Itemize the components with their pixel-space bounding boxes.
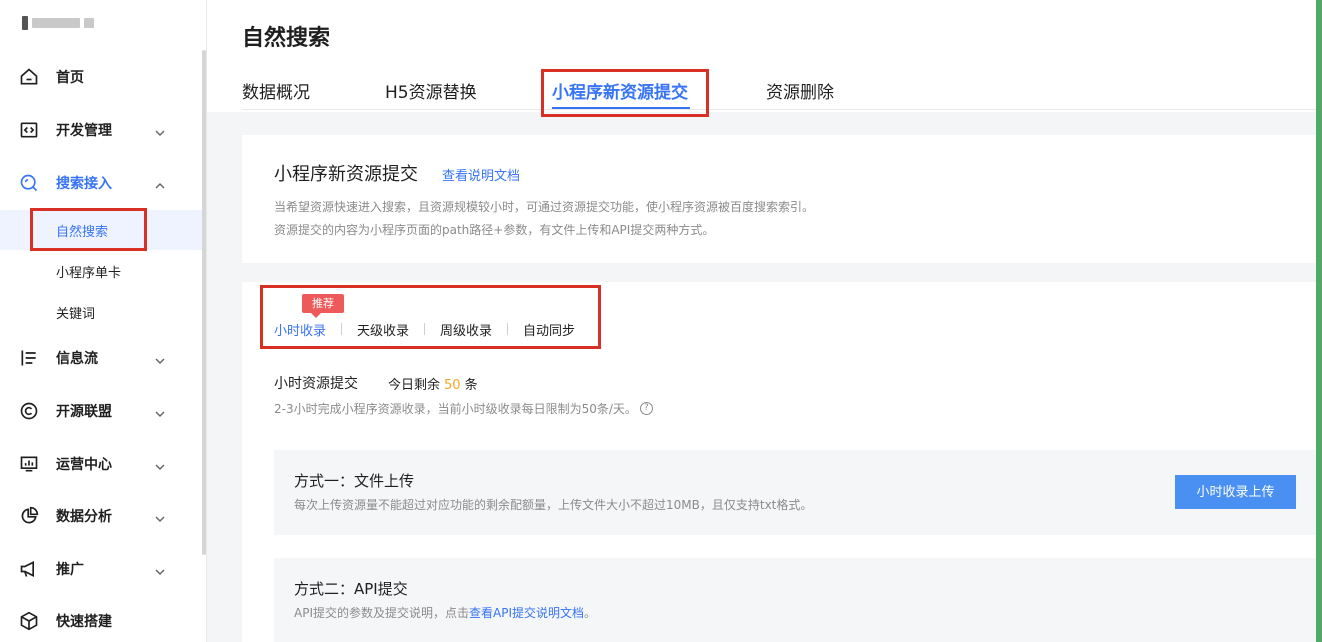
app-name-redacted (32, 18, 80, 28)
megaphone-icon (18, 558, 40, 580)
page-title: 自然搜索 (242, 26, 331, 51)
section-title: 小时资源提交 (274, 376, 358, 392)
chevron-down-icon (154, 458, 166, 471)
main-content: 自然搜索 数据概况 H5资源替换 小程序新资源提交 资源删除 小程序新资源提交 … (207, 0, 1322, 642)
sidebar-item-search-access[interactable]: 搜索接入 (0, 163, 204, 203)
method-file-upload: 方式一：文件上传 每次上传资源量不能超过对应功能的剩余配额量，上传文件大小不超过… (274, 450, 1318, 535)
tab-miniapp-new-resource-submit[interactable]: 小程序新资源提交 (552, 78, 688, 103)
view-doc-link[interactable]: 查看说明文档 (442, 165, 520, 184)
code-icon (18, 119, 40, 141)
section-desc-text: 2-3小时完成小程序资源收录，当前小时级收录每日限制为50条/天。 (274, 402, 637, 416)
sidebar-item-label: 快速搭建 (56, 614, 112, 630)
sidebar-item-home[interactable]: 首页 (0, 57, 204, 97)
sidebar-item-quick-build[interactable]: 快速搭建 (0, 601, 204, 641)
intro-desc-line1: 当希望资源快速进入搜索，且资源规模较小时，可通过资源提交功能，使小程序资源被百度… (274, 200, 815, 214)
quota-number: 50 (444, 378, 461, 393)
pie-chart-icon (18, 505, 40, 527)
cube-icon (18, 610, 40, 632)
window-edge (1316, 0, 1322, 642)
sidebar-subitem-label: 自然搜索 (56, 224, 109, 240)
method2-desc: API提交的参数及提交说明，点击查看API提交说明文档。 (294, 604, 596, 621)
sidebar-item-feed[interactable]: 信息流 (0, 338, 204, 378)
submit-card: 推荐 小时收录 天级收录 周级收录 自动同步 小时资源提交 今日剩余 50 条 2-… (242, 282, 1318, 642)
divider (341, 323, 343, 335)
help-icon[interactable]: ? (639, 402, 653, 415)
app-name-blurred (22, 14, 122, 32)
method-api-submit: 方式二：API提交 API提交的参数及提交说明，点击查看API提交说明文档。 (274, 558, 1318, 642)
subtab-daily[interactable]: 天级收录 (357, 320, 409, 339)
section-desc: 2-3小时完成小程序资源收录，当前小时级收录每日限制为50条/天。 ? (274, 400, 653, 417)
sidebar-item-data-analysis[interactable]: 数据分析 (0, 496, 204, 536)
sidebar-subitem-natural-search[interactable]: 自然搜索 (0, 210, 204, 250)
method2-desc-suffix: 。 (584, 606, 597, 620)
copyright-icon (18, 400, 40, 422)
intro-card: 小程序新资源提交 查看说明文档 当希望资源快速进入搜索，且资源规模较小时，可通过… (242, 135, 1318, 263)
tab-h5-resource-replace[interactable]: H5资源替换 (385, 78, 477, 103)
recommend-badge: 推荐 (302, 294, 344, 318)
sidebar: 首页 开发管理 搜索接入 自然搜索 小程序单卡 关键词 信息流 开源联盟 运营中… (0, 0, 207, 642)
sidebar-item-operations-center[interactable]: 运营中心 (0, 444, 204, 484)
hourly-upload-button[interactable]: 小时收录上传 (1175, 475, 1296, 509)
active-tab-underline (552, 107, 690, 109)
divider (507, 323, 509, 335)
tab-bar: 数据概况 H5资源替换 小程序新资源提交 资源删除 (242, 70, 1318, 110)
tab-resource-delete[interactable]: 资源删除 (766, 78, 834, 103)
sidebar-item-label: 搜索接入 (56, 176, 112, 192)
chevron-down-icon (154, 124, 166, 137)
quota-suffix: 条 (464, 378, 478, 393)
intro-title: 小程序新资源提交 (274, 164, 418, 185)
api-doc-link[interactable]: 查看API提交说明文档 (469, 606, 584, 620)
sidebar-scrollbar[interactable] (202, 50, 206, 555)
sidebar-subitem-label: 关键词 (56, 306, 96, 322)
intro-desc-line2: 资源提交的内容为小程序页面的path路径+参数，有文件上传和API提交两种方式。 (274, 223, 715, 237)
chevron-up-icon (154, 177, 166, 189)
chevron-down-icon (154, 405, 166, 418)
sidebar-item-open-source-alliance[interactable]: 开源联盟 (0, 391, 204, 431)
chevron-down-icon (154, 352, 166, 365)
quota-prefix: 今日剩余 (388, 378, 441, 393)
quota-remaining: 今日剩余 50 条 (388, 374, 478, 393)
app-logo-mark (22, 16, 28, 30)
sidebar-item-label: 数据分析 (56, 509, 112, 525)
sidebar-item-label: 信息流 (56, 351, 98, 367)
method2-desc-prefix: API提交的参数及提交说明，点击 (294, 606, 469, 620)
chevron-down-icon (154, 510, 166, 523)
sidebar-subitem-label: 小程序单卡 (56, 265, 122, 281)
sidebar-subitem-miniapp-card[interactable]: 小程序单卡 (0, 251, 204, 291)
divider (424, 323, 426, 335)
app-name-redacted-2 (84, 18, 94, 28)
sidebar-item-label: 开源联盟 (56, 404, 112, 420)
subtab-auto-sync[interactable]: 自动同步 (523, 320, 575, 339)
subtab-weekly[interactable]: 周级收录 (440, 320, 492, 339)
method1-title: 方式一：文件上传 (294, 472, 415, 490)
method1-desc: 每次上传资源量不能超过对应功能的剩余配额量，上传文件大小不超过10MB，且仅支持… (294, 498, 813, 512)
tab-data-overview[interactable]: 数据概况 (242, 78, 310, 103)
sidebar-item-label: 开发管理 (56, 123, 112, 139)
subtab-hourly[interactable]: 小时收录 (274, 320, 326, 339)
chevron-down-icon (154, 563, 166, 576)
sidebar-item-dev-management[interactable]: 开发管理 (0, 110, 204, 150)
sidebar-item-promotion[interactable]: 推广 (0, 549, 204, 589)
collection-level-tabs: 小时收录 天级收录 周级收录 自动同步 (274, 319, 575, 339)
operations-icon (18, 453, 40, 475)
home-icon (18, 66, 40, 88)
sidebar-item-label: 首页 (56, 70, 84, 86)
search-icon (18, 172, 40, 194)
feed-icon (18, 347, 40, 369)
sidebar-item-label: 运营中心 (56, 457, 112, 473)
method2-title: 方式二：API提交 (294, 580, 408, 598)
sidebar-subitem-keywords[interactable]: 关键词 (0, 292, 204, 332)
sidebar-item-label: 推广 (56, 562, 84, 578)
